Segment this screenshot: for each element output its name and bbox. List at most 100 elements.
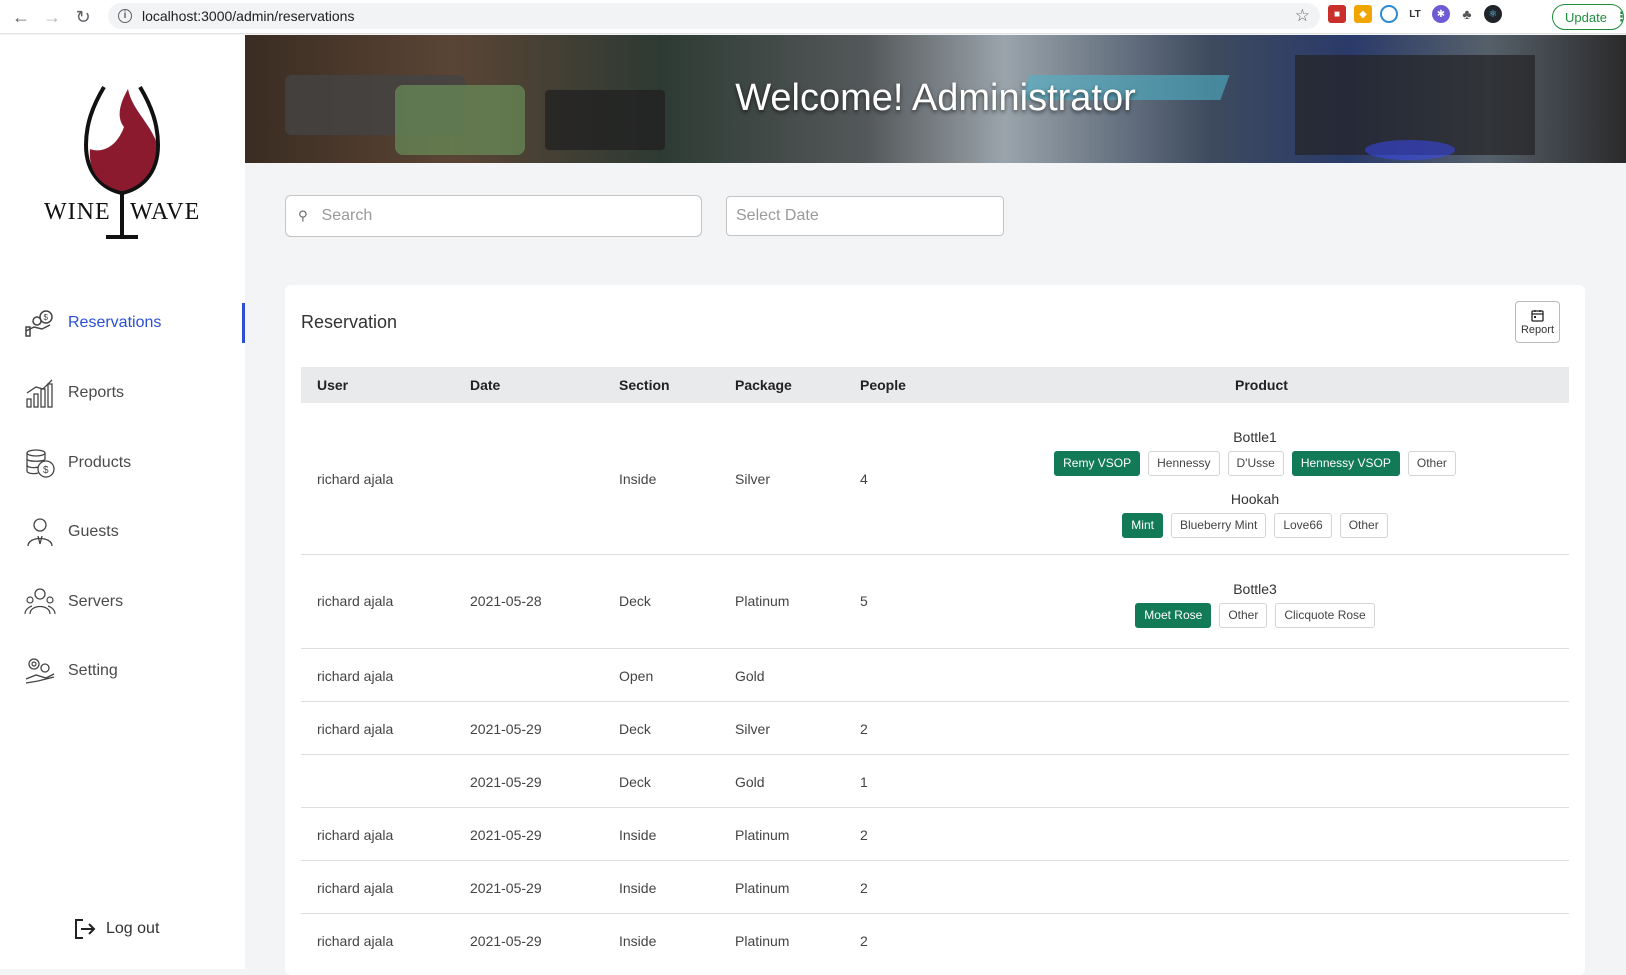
- menu-dots-icon[interactable]: ⋮: [1615, 9, 1626, 25]
- table-row[interactable]: richard ajala Inside Silver 4 Bottle1 Re…: [301, 403, 1569, 555]
- cell-user: richard ajala: [317, 933, 394, 949]
- svg-text:$: $: [43, 465, 49, 476]
- product-chip[interactable]: Other: [1339, 513, 1388, 538]
- product-group: Bottle3 Moet Rose Other Clicquote Rose: [941, 579, 1569, 628]
- guest-person-icon: [27, 518, 53, 547]
- column-header-product[interactable]: Product: [1235, 377, 1288, 393]
- logout-button[interactable]: Log out: [74, 918, 159, 940]
- extensions-bar: ■ ◆ LT ✱ ♣ ⚛: [1328, 5, 1502, 23]
- forward-arrow-icon[interactable]: →: [37, 2, 67, 32]
- reservation-card: Reservation Report User Date Section Pac…: [285, 285, 1585, 975]
- site-info-icon[interactable]: i: [118, 9, 132, 23]
- report-label: Report: [1520, 323, 1555, 336]
- table-row[interactable]: richard ajala Open Gold: [301, 649, 1569, 702]
- address-bar[interactable]: i localhost:3000/admin/reservations ☆: [108, 3, 1320, 29]
- cell-user: richard ajala: [317, 668, 394, 684]
- sidebar-item-label: Reservations: [68, 314, 162, 331]
- table-row[interactable]: 2021-05-29 Deck Gold 1: [301, 755, 1569, 808]
- money-hand-icon: $: [25, 310, 53, 337]
- cell-section: Inside: [619, 827, 657, 843]
- cell-section: Deck: [619, 721, 651, 737]
- search-field[interactable]: ⚲: [285, 195, 702, 237]
- sidebar-item-label: Products: [68, 454, 132, 471]
- update-button-label: Update: [1565, 9, 1607, 25]
- wine-wave-logo[interactable]: WINE WAVE: [40, 57, 205, 247]
- column-header-section[interactable]: Section: [619, 377, 670, 393]
- url-text[interactable]: localhost:3000/admin/reservations: [142, 8, 354, 24]
- sidebar: WINE WAVE $ Reservations Reports $ Produ…: [0, 35, 245, 969]
- bar-chart-icon: [26, 379, 53, 408]
- cell-people: 4: [860, 471, 868, 487]
- bookmark-star-icon[interactable]: ☆: [1295, 6, 1310, 26]
- sidebar-item-guests[interactable]: Guests: [0, 512, 245, 552]
- cell-people: 1: [860, 774, 868, 790]
- servers-people-icon: [24, 588, 56, 615]
- report-button[interactable]: Report: [1515, 301, 1560, 343]
- table-row[interactable]: richard ajala 2021-05-29 Inside Platinum…: [301, 861, 1569, 914]
- column-header-user[interactable]: User: [317, 377, 348, 393]
- cell-date: 2021-05-28: [470, 593, 542, 609]
- cell-date: 2021-05-29: [470, 774, 542, 790]
- update-button[interactable]: Update ⋮: [1552, 4, 1626, 30]
- product-chip[interactable]: Mint: [1122, 513, 1163, 538]
- svg-text:$: $: [44, 313, 49, 322]
- cell-section: Deck: [619, 774, 651, 790]
- cell-people: 5: [860, 593, 868, 609]
- table-row[interactable]: richard ajala 2021-05-29 Inside Platinum…: [301, 808, 1569, 861]
- date-picker[interactable]: [726, 196, 1004, 236]
- product-chip[interactable]: Other: [1219, 603, 1268, 628]
- calendar-icon: [1531, 309, 1544, 322]
- product-group: Hookah Mint Blueberry Mint Love66 Other: [941, 489, 1569, 538]
- cell-people: 2: [860, 880, 868, 896]
- cell-date: 2021-05-29: [470, 933, 542, 949]
- cell-package: Silver: [735, 721, 771, 737]
- back-arrow-icon[interactable]: ←: [6, 2, 36, 32]
- product-chip[interactable]: Love66: [1274, 513, 1332, 538]
- product-chip[interactable]: Remy VSOP: [1054, 451, 1141, 476]
- date-input[interactable]: [736, 207, 977, 225]
- sidebar-item-products[interactable]: $ Products: [0, 443, 245, 483]
- extension-shield-icon[interactable]: ◆: [1354, 5, 1372, 23]
- reload-icon[interactable]: ↻: [68, 2, 98, 32]
- column-header-people[interactable]: People: [860, 377, 906, 393]
- banner-title: Welcome! Administrator: [735, 77, 1136, 119]
- column-header-package[interactable]: Package: [735, 377, 792, 393]
- brand-word-left: WINE: [44, 199, 111, 225]
- cell-package: Platinum: [735, 827, 790, 843]
- cell-date: 2021-05-29: [470, 721, 542, 737]
- sidebar-item-label: Servers: [68, 593, 124, 610]
- cell-package: Platinum: [735, 593, 790, 609]
- product-group-label: Hookah: [1230, 491, 1280, 507]
- sidebar-item-label: Guests: [68, 523, 119, 540]
- product-chip[interactable]: Hennessy: [1148, 451, 1220, 476]
- cell-section: Deck: [619, 593, 651, 609]
- product-chip[interactable]: Blueberry Mint: [1170, 513, 1267, 538]
- logout-icon: [75, 919, 96, 939]
- extension-lt-icon[interactable]: LT: [1406, 5, 1424, 23]
- sidebar-item-label: Setting: [68, 662, 118, 679]
- react-devtools-icon[interactable]: ⚛: [1484, 5, 1502, 23]
- welcome-banner: Welcome! Administrator: [245, 35, 1626, 163]
- search-input[interactable]: [321, 207, 685, 225]
- sidebar-item-servers[interactable]: Servers: [0, 582, 245, 622]
- product-chip[interactable]: Clicquote Rose: [1275, 603, 1375, 628]
- extension-circle-icon[interactable]: [1380, 5, 1398, 23]
- column-header-date[interactable]: Date: [470, 377, 500, 393]
- sidebar-item-reservations[interactable]: $ Reservations: [0, 303, 245, 343]
- puzzle-extensions-icon[interactable]: ♣: [1458, 5, 1476, 23]
- product-chip[interactable]: D'Usse: [1227, 451, 1284, 476]
- product-chip[interactable]: Moet Rose: [1135, 603, 1212, 628]
- extension-red-icon[interactable]: ■: [1328, 5, 1346, 23]
- cell-user: richard ajala: [317, 593, 394, 609]
- cell-people: 2: [860, 827, 868, 843]
- cell-date: 2021-05-29: [470, 880, 542, 896]
- product-chip[interactable]: Other: [1407, 451, 1456, 476]
- table-row[interactable]: richard ajala 2021-05-28 Deck Platinum 5…: [301, 555, 1569, 649]
- product-chip[interactable]: Hennessy VSOP: [1291, 451, 1400, 476]
- cell-section: Inside: [619, 471, 657, 487]
- extension-gear-badge-icon[interactable]: ✱: [1432, 5, 1450, 23]
- table-row[interactable]: richard ajala 2021-05-29 Deck Silver 2: [301, 702, 1569, 755]
- table-row[interactable]: richard ajala 2021-05-29 Inside Platinum…: [301, 914, 1569, 967]
- sidebar-item-setting[interactable]: Setting: [0, 651, 245, 691]
- sidebar-item-reports[interactable]: Reports: [0, 373, 245, 413]
